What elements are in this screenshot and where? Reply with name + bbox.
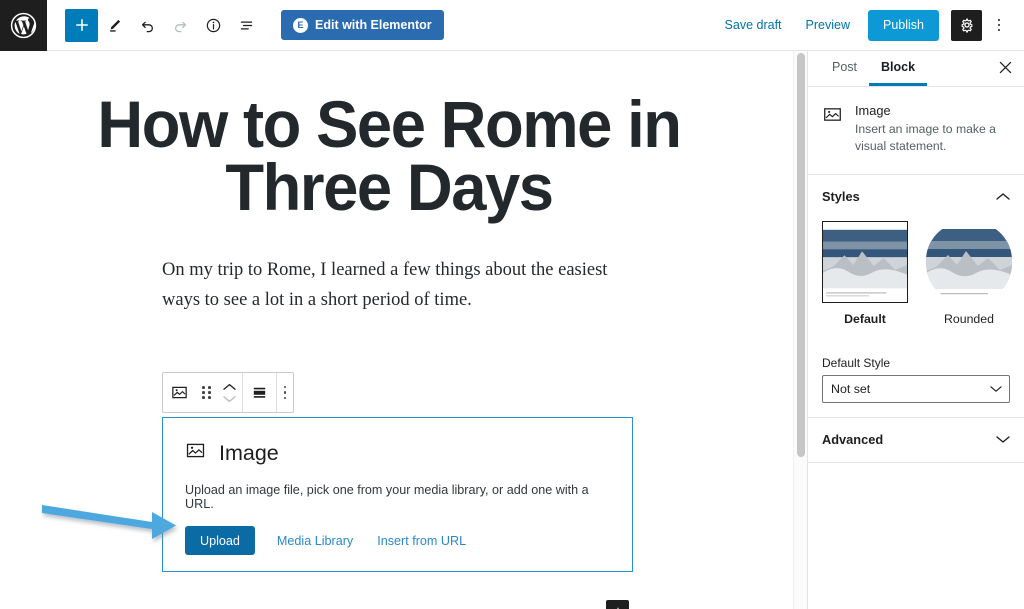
- image-block-title: Image: [219, 440, 279, 465]
- styles-panel: Styles Default Rounded Default Style Not…: [808, 175, 1024, 418]
- close-icon: [999, 61, 1012, 77]
- undo-button[interactable]: [131, 9, 164, 42]
- image-block-header: Image: [185, 440, 610, 466]
- styles-panel-title: Styles: [822, 189, 860, 205]
- chevron-down-icon: [996, 435, 1010, 444]
- image-block-actions: Upload Media Library Insert from URL: [185, 526, 610, 555]
- style-option-default[interactable]: Default: [822, 220, 908, 326]
- style-option-row: Default Rounded: [822, 220, 1012, 326]
- block-move-controls: [217, 383, 242, 403]
- style-label-rounded: Rounded: [944, 311, 994, 326]
- block-toolbar-group-align: [243, 373, 277, 412]
- media-library-link[interactable]: Media Library: [277, 534, 353, 548]
- canvas-scrollbar-thumb[interactable]: [797, 53, 805, 457]
- drag-grip-icon[interactable]: [196, 373, 217, 412]
- vertical-dots-icon: [283, 385, 287, 400]
- paragraph-block[interactable]: On my trip to Rome, I learned a few thin…: [162, 256, 628, 316]
- more-options-button[interactable]: [984, 9, 1014, 42]
- page-title[interactable]: How to See Rome in Three Days: [16, 51, 763, 220]
- block-info-description: Insert an image to make a visual stateme…: [855, 122, 996, 154]
- styles-panel-header[interactable]: Styles: [808, 175, 1024, 219]
- editor-top-toolbar: E Edit with Elementor Save draft Preview…: [0, 0, 1024, 51]
- block-more-options-button[interactable]: [277, 373, 294, 412]
- wordpress-block-editor: E Edit with Elementor Save draft Preview…: [0, 0, 1024, 609]
- move-up-button[interactable]: [222, 383, 236, 391]
- style-thumbnail-default: [822, 220, 908, 303]
- upload-button[interactable]: Upload: [185, 526, 255, 555]
- save-draft-button[interactable]: Save draft: [713, 9, 794, 42]
- advanced-panel: Advanced: [808, 418, 1024, 463]
- image-icon: [185, 440, 206, 466]
- block-toolbar-group-more: [277, 373, 294, 412]
- vertical-dots-icon: [997, 18, 1001, 32]
- block-info-title: Image: [855, 103, 891, 118]
- canvas-scrollbar[interactable]: [793, 51, 807, 609]
- elementor-button-label: Edit with Elementor: [315, 18, 432, 32]
- toolbar-left-tools: E Edit with Elementor: [47, 8, 444, 42]
- close-sidebar-button[interactable]: [986, 51, 1024, 86]
- details-info-button[interactable]: [197, 9, 230, 42]
- move-down-button[interactable]: [222, 395, 236, 403]
- insert-from-url-link[interactable]: Insert from URL: [377, 534, 466, 548]
- tab-block[interactable]: Block: [869, 51, 928, 86]
- style-label-default: Default: [844, 311, 886, 326]
- elementor-badge-icon: E: [293, 17, 308, 33]
- advanced-panel-header[interactable]: Advanced: [808, 418, 1024, 462]
- align-center-icon[interactable]: [243, 373, 276, 412]
- style-thumbnail-rounded: [926, 220, 1012, 303]
- editor-body: How to See Rome in Three Days On my trip…: [0, 51, 1024, 609]
- block-info-card: Image Insert an image to make a visual s…: [808, 87, 1024, 175]
- wordpress-logo-icon[interactable]: [0, 0, 47, 51]
- sidebar-tabs: Post Block: [808, 51, 1024, 87]
- block-toolbar-group-main: [163, 373, 243, 412]
- advanced-panel-title: Advanced: [822, 432, 884, 448]
- default-style-label: Default Style: [822, 355, 891, 370]
- block-type-image-icon[interactable]: [163, 373, 196, 412]
- editor-canvas: How to See Rome in Three Days On my trip…: [0, 51, 807, 609]
- edit-tool-button[interactable]: [98, 9, 131, 42]
- post-content-area[interactable]: How to See Rome in Three Days On my trip…: [0, 51, 807, 609]
- block-toolbar: [162, 372, 295, 413]
- default-style-select-wrap: Not set: [822, 374, 1010, 403]
- edit-with-elementor-button[interactable]: E Edit with Elementor: [281, 10, 444, 40]
- style-option-rounded[interactable]: Rounded: [926, 220, 1012, 326]
- toolbar-right-actions: Save draft Preview Publish: [713, 9, 1024, 42]
- tab-post[interactable]: Post: [820, 51, 869, 86]
- default-style-select[interactable]: Not set: [822, 374, 1010, 403]
- add-block-appender-button[interactable]: [606, 600, 629, 609]
- chevron-up-icon: [996, 192, 1010, 201]
- image-placeholder-block[interactable]: Image Upload an image file, pick one fro…: [162, 417, 633, 572]
- image-block-description: Upload an image file, pick one from your…: [185, 483, 589, 511]
- redo-button[interactable]: [164, 9, 197, 42]
- block-info-text: Image Insert an image to make a visual s…: [855, 103, 1010, 156]
- image-icon: [822, 103, 843, 156]
- publish-button[interactable]: Publish: [868, 9, 939, 41]
- preview-button[interactable]: Preview: [794, 9, 862, 42]
- annotation-arrow-icon: [40, 498, 182, 548]
- add-block-button[interactable]: [65, 8, 98, 42]
- styles-options: Default Rounded: [808, 219, 1024, 340]
- settings-sidebar: Post Block Image Insert an image to make…: [807, 51, 1024, 609]
- list-view-button[interactable]: [230, 9, 263, 42]
- settings-gear-button[interactable]: [951, 9, 982, 41]
